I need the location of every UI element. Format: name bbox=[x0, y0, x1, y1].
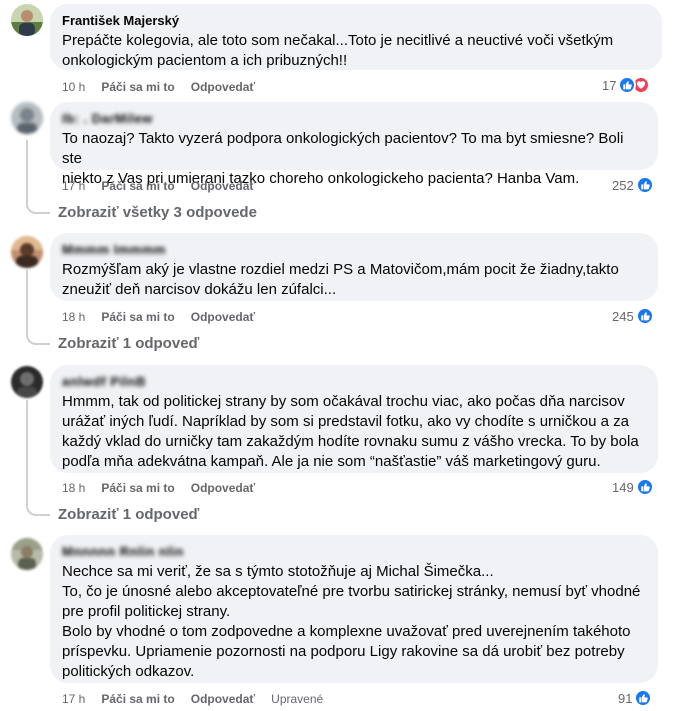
avatar-photo bbox=[11, 4, 43, 36]
comment-author[interactable]: Ib: . DarMilew bbox=[62, 110, 646, 127]
like-icon bbox=[635, 176, 654, 194]
comment-time[interactable]: 17 h bbox=[62, 691, 85, 707]
reaction-summary[interactable]: 17 bbox=[602, 76, 651, 94]
comment-actions: 18 h Páči sa mi to Odpovedať bbox=[62, 480, 271, 496]
avatar[interactable] bbox=[11, 538, 43, 570]
view-replies-link[interactable]: Zobraziť 1 odpoveď bbox=[58, 506, 199, 523]
comment-actions: 18 h Páči sa mi to Odpovedať bbox=[62, 309, 271, 325]
comment-time[interactable]: 10 h bbox=[62, 79, 85, 95]
like-icon bbox=[634, 689, 653, 707]
thread-line bbox=[26, 270, 50, 345]
reaction-count: 17 bbox=[602, 77, 617, 93]
thread-line bbox=[26, 400, 50, 516]
comment-bubble: Ib: . DarMilew To naozaj? Takto vyzerá p… bbox=[50, 102, 658, 187]
reaction-count: 252 bbox=[612, 177, 634, 193]
reaction-count: 91 bbox=[618, 690, 633, 706]
like-button[interactable]: Páči sa mi to bbox=[101, 480, 174, 496]
comment-actions: 10 h Páči sa mi to Odpovedať bbox=[62, 79, 271, 95]
reaction-count: 245 bbox=[612, 308, 634, 324]
avatar[interactable] bbox=[11, 4, 43, 36]
comment-bubble: Mnnnnn Rnlin nlin Nechce sa mi veriť, že… bbox=[50, 535, 658, 683]
comment-author[interactable]: anlwdf PilnB bbox=[62, 373, 646, 390]
avatar-photo bbox=[11, 102, 43, 134]
comment-author[interactable]: Mmmm Immmm bbox=[62, 241, 646, 258]
comment-bubble: Mmmm Immmm Rozmýšľam aký je vlastne rozd… bbox=[50, 233, 658, 301]
reply-button[interactable]: Odpovedať bbox=[191, 79, 255, 95]
comment-text: Nechce sa mi veriť, že sa s týmto stotož… bbox=[62, 563, 641, 680]
comment-actions: 17 h Páči sa mi to Odpovedať bbox=[62, 178, 271, 194]
comment-author[interactable]: František Majerský bbox=[62, 12, 650, 29]
reaction-summary[interactable]: 245 bbox=[612, 307, 654, 325]
thread-line bbox=[26, 140, 50, 214]
avatar-photo bbox=[11, 538, 43, 570]
avatar-photo bbox=[11, 236, 43, 268]
comment-actions: 17 h Páči sa mi to Odpovedať Upravené bbox=[62, 691, 339, 707]
comment-bubble: František Majerský Prepáčte kolegovia, a… bbox=[50, 4, 662, 70]
like-button[interactable]: Páči sa mi to bbox=[101, 79, 174, 95]
comment-text: Rozmýšľam aký je vlastne rozdiel medzi P… bbox=[62, 261, 619, 298]
reply-button[interactable]: Odpovedať bbox=[191, 309, 255, 325]
edited-label[interactable]: Upravené bbox=[271, 691, 323, 707]
reaction-count: 149 bbox=[612, 479, 634, 495]
avatar[interactable] bbox=[11, 366, 43, 398]
comment-time[interactable]: 18 h bbox=[62, 480, 85, 496]
like-button[interactable]: Páči sa mi to bbox=[101, 691, 174, 707]
comment-author[interactable]: Mnnnnn Rnlin nlin bbox=[62, 543, 646, 560]
like-icon bbox=[635, 478, 654, 496]
like-button[interactable]: Páči sa mi to bbox=[101, 178, 174, 194]
avatar[interactable] bbox=[11, 236, 43, 268]
avatar[interactable] bbox=[11, 102, 43, 134]
comment-time[interactable]: 17 h bbox=[62, 178, 85, 194]
reaction-summary[interactable]: 91 bbox=[618, 689, 653, 707]
like-button[interactable]: Páči sa mi to bbox=[101, 309, 174, 325]
view-replies-link[interactable]: Zobraziť 1 odpoveď bbox=[58, 335, 199, 352]
like-icon bbox=[635, 307, 654, 325]
reply-button[interactable]: Odpovedať bbox=[191, 480, 255, 496]
view-replies-link[interactable]: Zobraziť všetky 3 odpovede bbox=[58, 204, 257, 221]
avatar-photo bbox=[11, 366, 43, 398]
reply-button[interactable]: Odpovedať bbox=[191, 691, 255, 707]
comment-time[interactable]: 18 h bbox=[62, 309, 85, 325]
comment-text: Hmmm, tak od politickej strany by som oč… bbox=[62, 393, 639, 470]
reaction-summary[interactable]: 252 bbox=[612, 176, 654, 194]
reply-button[interactable]: Odpovedať bbox=[191, 178, 255, 194]
comment-bubble: anlwdf PilnB Hmmm, tak od politickej str… bbox=[50, 365, 658, 473]
comment-text: Prepáčte kolegovia, ale toto som nečakal… bbox=[62, 32, 614, 69]
reaction-summary[interactable]: 149 bbox=[612, 478, 654, 496]
